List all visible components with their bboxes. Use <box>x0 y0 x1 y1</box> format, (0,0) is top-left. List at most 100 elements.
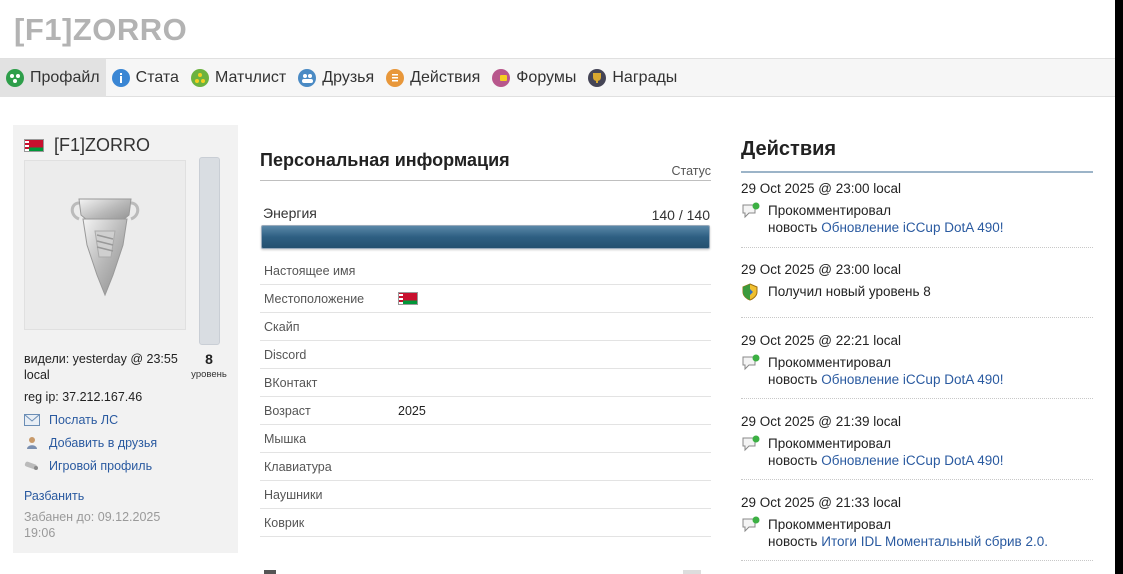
info-label: Местоположение <box>264 291 365 306</box>
activity-text-line2: новость <box>768 534 818 549</box>
tab-actions[interactable]: Действия <box>380 59 486 97</box>
activity-text-line2: новость <box>768 220 818 235</box>
activity-text: Прокомментировал новость Итоги IDL Момент… <box>768 516 1048 550</box>
info-row-skype: Скайп <box>260 313 711 341</box>
activity-text-line2: новость <box>768 372 818 387</box>
tab-label: Форумы <box>516 68 577 86</box>
actions-icon <box>386 68 405 87</box>
info-label: Коврик <box>264 515 305 530</box>
info-row-mouse: Мышка <box>260 425 711 453</box>
info-label: Скайп <box>264 319 300 334</box>
activity-item: 29 Oct 2025 @ 23:00 local Получил новый … <box>741 262 1093 318</box>
level-progress-bar <box>199 157 220 345</box>
activity-text: Прокомментировал новость Обновление iCCup… <box>768 435 1004 469</box>
activity-text-line1: Прокомментировал <box>768 436 891 451</box>
window-edge <box>1115 0 1123 574</box>
unban-link[interactable]: Разбанить <box>24 489 84 503</box>
tab-label: Профайл <box>30 68 100 86</box>
tab-label: Действия <box>410 68 481 86</box>
activity-body: Прокомментировал новость Обновление iCCup… <box>741 202 1093 236</box>
profile-name: [F1]ZORRO <box>54 135 151 155</box>
divider <box>741 171 1093 173</box>
activity-item: 29 Oct 2025 @ 21:39 local Прокомментиров… <box>741 414 1093 480</box>
news-link[interactable]: Обновление iCCup DotA 490! <box>821 372 1003 387</box>
info-label: Наушники <box>264 487 323 502</box>
info-row-location: Местоположение <box>260 285 711 313</box>
tab-awards[interactable]: Награды <box>582 59 683 97</box>
news-link[interactable]: Обновление iCCup DotA 490! <box>821 220 1003 235</box>
country-flag-icon <box>24 139 44 152</box>
reg-ip: reg ip: 37.212.167.46 <box>24 390 143 404</box>
awards-icon <box>588 68 607 87</box>
activity-text-line1: Прокомментировал <box>768 517 891 532</box>
activity-title: Действия <box>741 138 837 160</box>
status-label: Статус <box>671 164 711 178</box>
site-title: [F1]ZORRO <box>14 12 188 47</box>
tab-stats[interactable]: Стата <box>106 59 185 97</box>
info-label: Discord <box>264 347 307 362</box>
game-profile-link[interactable]: Игровой профиль <box>24 459 152 473</box>
activity-section: Действия 29 Oct 2025 @ 23:00 local Проко… <box>741 138 1093 561</box>
game-profile-icon <box>24 459 40 473</box>
comment-icon <box>741 516 761 534</box>
country-flag-icon <box>398 292 418 305</box>
info-label: Клавиатура <box>264 459 332 474</box>
activity-text-line1: Получил новый уровень 8 <box>768 284 931 299</box>
info-row-mousepad: Коврик <box>260 509 711 537</box>
info-row-vk: ВКонтакт <box>260 369 711 397</box>
activity-text: Прокомментировал новость Обновление iCCup… <box>768 202 1004 236</box>
activity-date: 29 Oct 2025 @ 23:00 local <box>741 262 902 277</box>
tab-label: Друзья <box>322 68 375 86</box>
comment-icon <box>741 435 761 453</box>
profile-nav: Профайл Стата Матчлист Друзья Действия Ф… <box>0 58 1115 97</box>
info-value: 2025 <box>398 403 426 418</box>
envelope-icon <box>24 413 40 427</box>
profile-icon <box>6 68 24 87</box>
activity-text-line1: Прокомментировал <box>768 355 891 370</box>
info-label: Настоящее имя <box>264 263 356 278</box>
activity-date: 29 Oct 2025 @ 23:00 local <box>741 181 902 196</box>
news-link[interactable]: Обновление iCCup DotA 490! <box>821 453 1003 468</box>
forums-icon <box>492 68 511 87</box>
matchlist-icon <box>190 68 209 87</box>
cropped-heading-fragment <box>264 570 276 574</box>
profile-header: [F1]ZORRO <box>24 135 150 156</box>
tab-forums[interactable]: Форумы <box>486 59 582 97</box>
info-row-keyboard: Клавиатура <box>260 453 711 481</box>
energy-value: 140 / 140 <box>651 207 710 223</box>
news-link[interactable]: Итоги IDL Моментальный сбрив 2.0. <box>821 534 1048 549</box>
game-profile-label: Игровой профиль <box>49 459 153 473</box>
activity-date: 29 Oct 2025 @ 22:21 local <box>741 333 902 348</box>
comment-icon <box>741 202 761 220</box>
friends-icon <box>298 68 317 87</box>
send-message-link[interactable]: Послать ЛС <box>24 413 118 427</box>
tab-label: Награды <box>612 68 678 86</box>
tab-matchlist[interactable]: Матчлист <box>185 59 292 97</box>
activity-text-line2: новость <box>768 453 818 468</box>
info-label: Мышка <box>264 431 307 446</box>
info-label: ВКонтакт <box>264 375 318 390</box>
activity-item: 29 Oct 2025 @ 23:00 local Прокомментиров… <box>741 181 1093 248</box>
info-row-real-name: Настоящее имя <box>260 257 711 285</box>
tab-label: Стата <box>135 68 179 86</box>
cropped-control-fragment <box>683 570 701 574</box>
tab-friends[interactable]: Друзья <box>292 59 380 97</box>
tab-profile[interactable]: Профайл <box>0 58 106 97</box>
divider <box>260 180 711 181</box>
level-shield-icon <box>741 283 761 301</box>
avatar <box>24 160 186 330</box>
activity-body: Прокомментировал новость Итоги IDL Момент… <box>741 516 1093 550</box>
level-label: уровень <box>191 369 227 380</box>
activity-body: Прокомментировал новость Обновление iCCup… <box>741 354 1093 388</box>
last-seen: видели: yesterday @ 23:55 local <box>24 352 178 382</box>
ban-info: Забанен до: 09.12.2025 19:06 <box>24 510 161 540</box>
activity-text: Прокомментировал новость Обновление iCCup… <box>768 354 1004 388</box>
activity-date: 29 Oct 2025 @ 21:33 local <box>741 495 902 510</box>
info-row-age: Возраст 2025 <box>260 397 711 425</box>
profile-card: [F1]ZORRO видели: yesterday @ 23:55 loca… <box>13 125 238 553</box>
send-message-label: Послать ЛС <box>49 413 119 427</box>
energy-row: Энергия 140 / 140 <box>263 205 710 223</box>
add-friend-link[interactable]: Добавить в друзья <box>24 436 157 450</box>
add-friend-label: Добавить в друзья <box>49 436 158 450</box>
stats-icon <box>111 68 130 87</box>
